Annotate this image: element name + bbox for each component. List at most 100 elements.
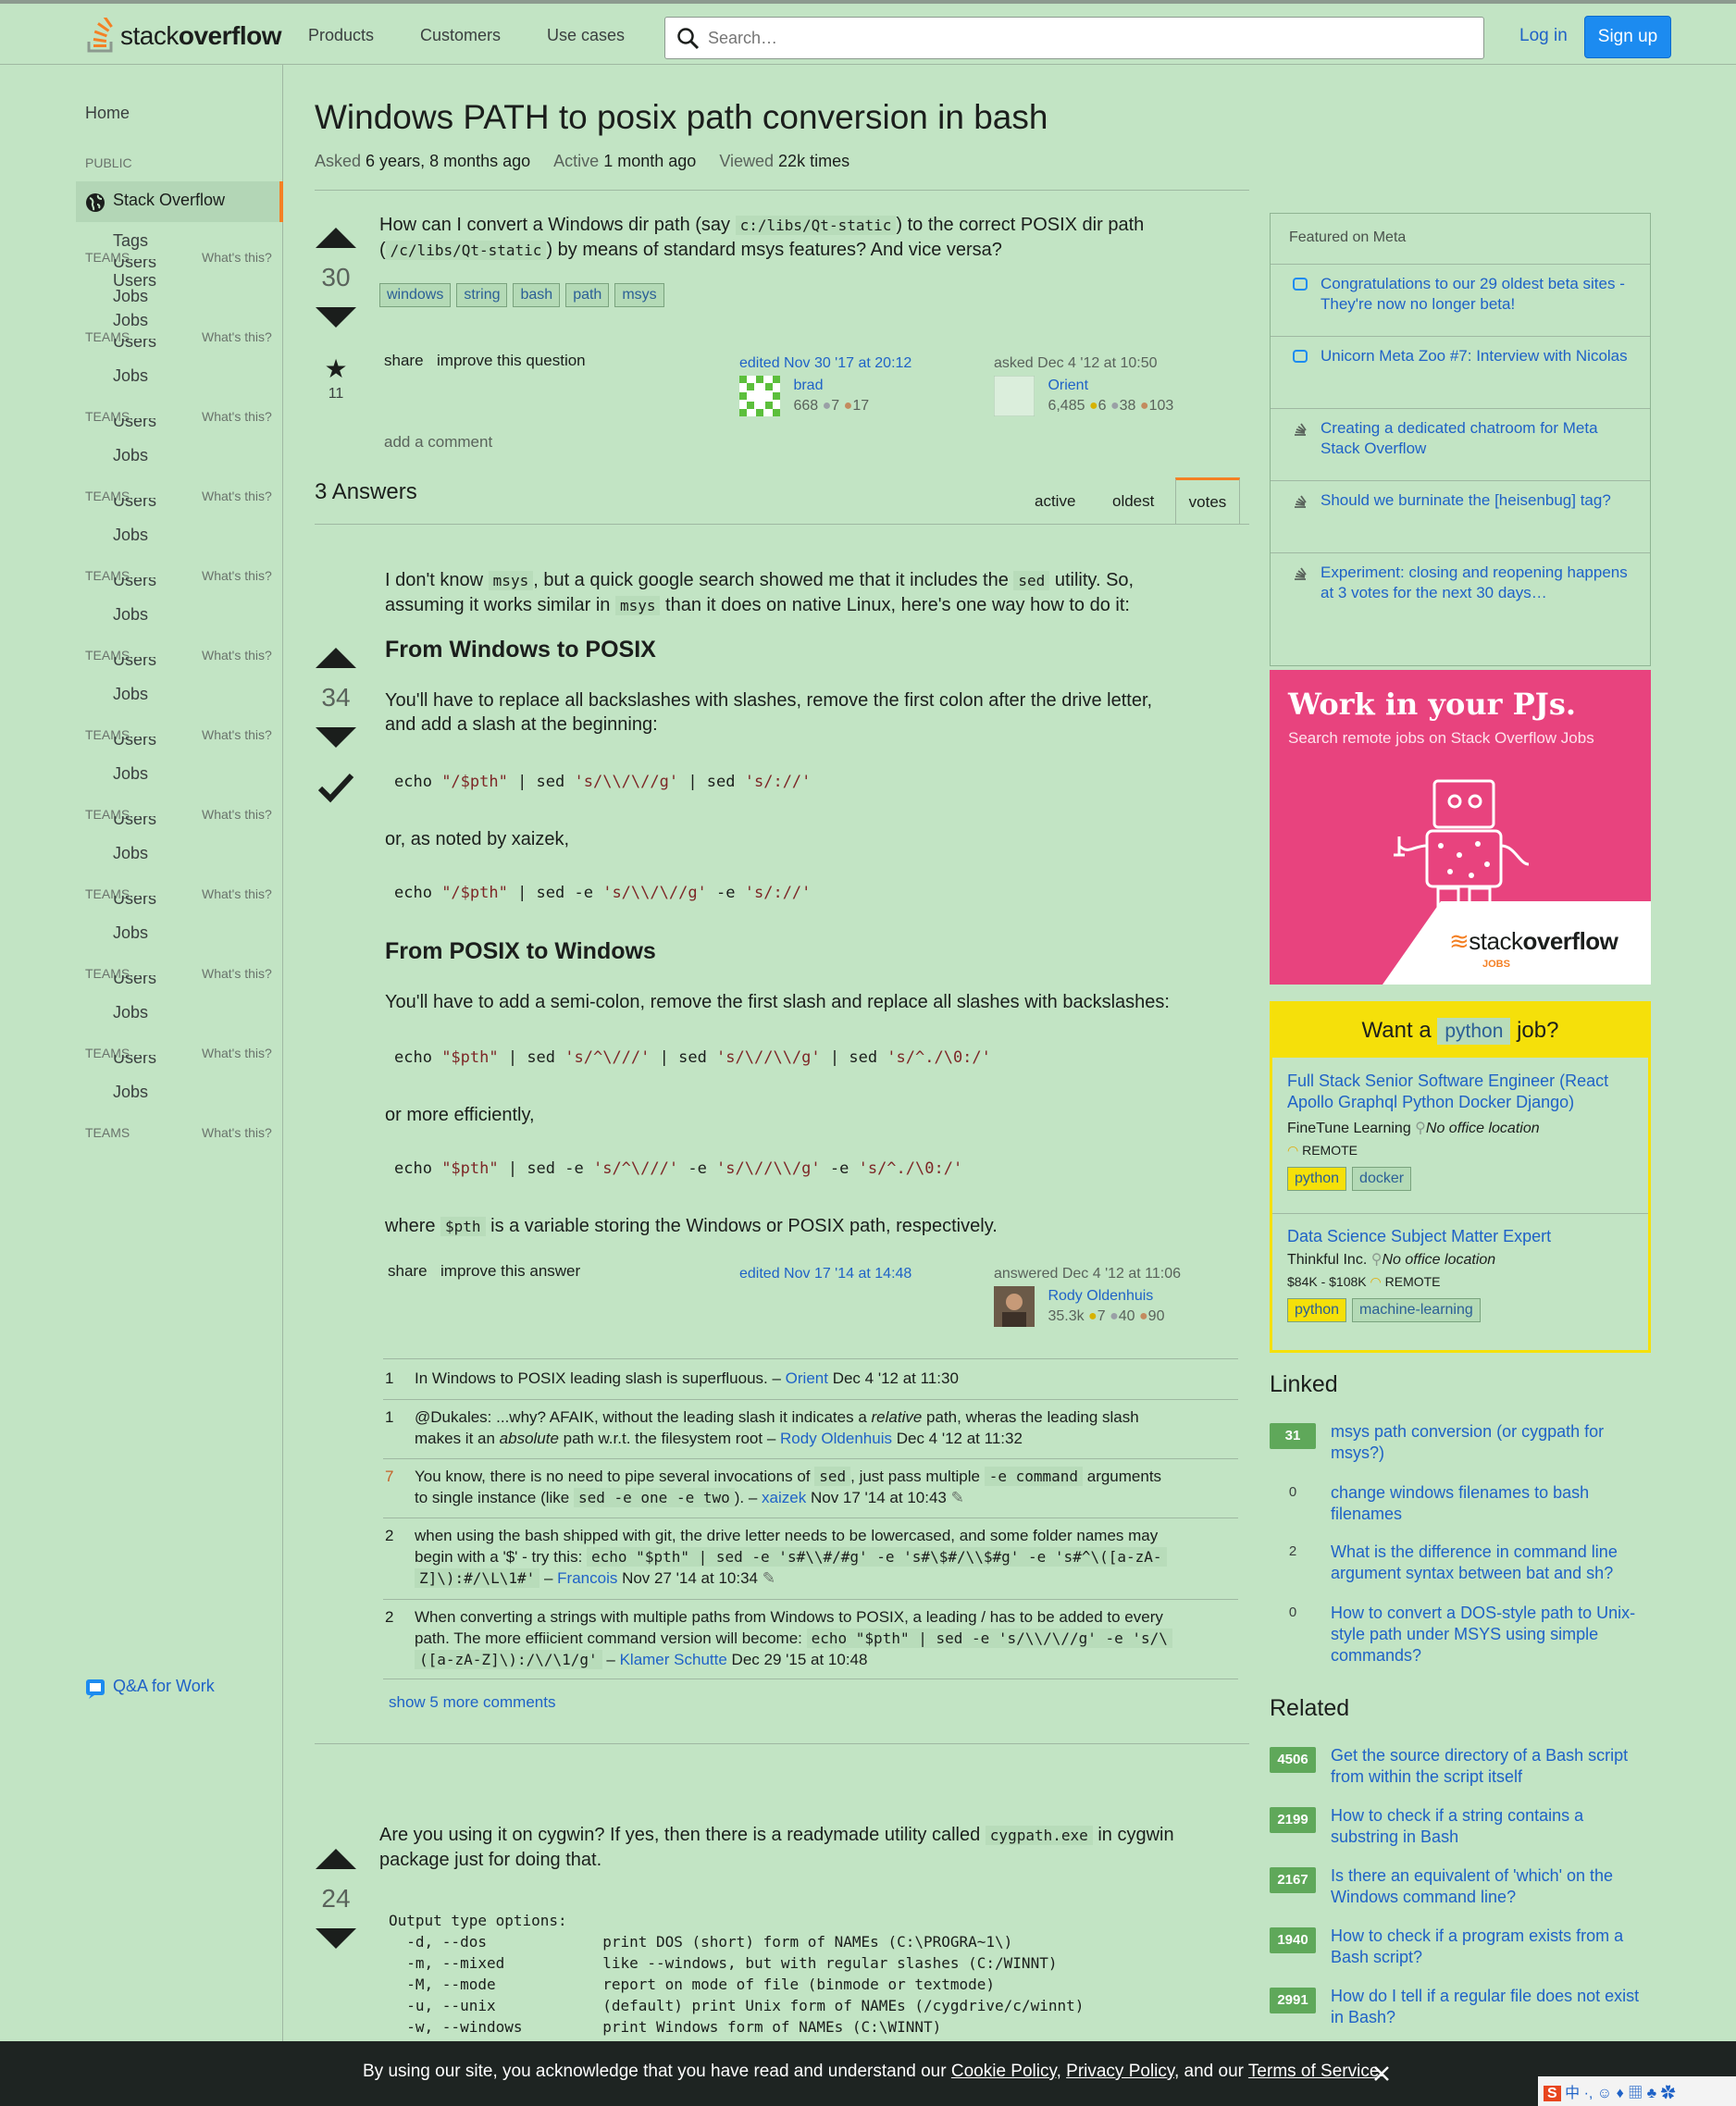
terms-of-service-link[interactable]: Terms of Service	[1248, 2062, 1379, 2081]
job-tag[interactable]: machine-learning	[1352, 1298, 1481, 1322]
sidebar-users[interactable]: Users	[113, 816, 156, 827]
signup-button[interactable]: Sign up	[1584, 16, 1671, 58]
sidebar-whats-this-link[interactable]: What's this?	[202, 409, 272, 424]
stackoverflow-logo[interactable]: stack overflow	[85, 17, 282, 56]
tab-oldest[interactable]: oldest	[1112, 492, 1154, 511]
edited-link[interactable]: edited Nov 17 '14 at 14:48	[739, 1264, 911, 1284]
comment-user[interactable]: Orient	[786, 1369, 828, 1387]
linked-score[interactable]: 31	[1270, 1423, 1316, 1449]
sidebar-users[interactable]: Users	[113, 1055, 156, 1066]
sidebar-whats-this-link[interactable]: What's this?	[202, 329, 272, 344]
share-link[interactable]: share	[384, 352, 424, 370]
sidebar-jobs[interactable]: Jobs	[113, 844, 148, 863]
sidebar-whats-this-link[interactable]: What's this?	[202, 648, 272, 663]
login-link[interactable]: Log in	[1519, 26, 1568, 46]
related-question-link[interactable]: How do I tell if a regular file does not…	[1331, 1986, 1645, 2028]
sidebar-whats-this-link[interactable]: What's this?	[202, 1046, 272, 1060]
sidebar-whats-this-link[interactable]: What's this?	[202, 966, 272, 981]
sidebar-jobs[interactable]: Jobs	[113, 685, 148, 704]
job-title[interactable]: Full Stack Senior Software Engineer (Rea…	[1287, 1071, 1639, 1113]
linked-score[interactable]: 0	[1270, 1604, 1316, 1620]
search-box[interactable]	[664, 17, 1484, 59]
linked-question-link[interactable]: What is the difference in command line a…	[1331, 1542, 1645, 1584]
sidebar-whats-this-link[interactable]: What's this?	[202, 568, 272, 583]
related-question-link[interactable]: Is there an equivalent of 'which' on the…	[1331, 1865, 1645, 1908]
sidebar-home[interactable]: Home	[85, 104, 130, 123]
sidebar-jobs[interactable]: Jobs	[113, 287, 148, 306]
add-comment-link[interactable]: add a comment	[384, 433, 492, 452]
nav-products[interactable]: Products	[308, 26, 374, 45]
asker-name[interactable]: Orient	[1048, 378, 1088, 393]
sidebar-users[interactable]: Users	[113, 577, 156, 588]
meta-item-link[interactable]: Creating a dedicated chatroom for Meta S…	[1321, 418, 1635, 459]
improve-question-link[interactable]: improve this question	[437, 352, 586, 370]
question-title[interactable]: Windows PATH to posix path conversion in…	[315, 98, 1048, 137]
sidebar-whats-this-link[interactable]: What's this?	[202, 886, 272, 901]
sidebar-users[interactable]: Users	[113, 339, 156, 350]
sidebar-whats-this-link[interactable]: What's this?	[202, 727, 272, 742]
related-score[interactable]: 2199	[1270, 1807, 1316, 1833]
job-title[interactable]: Data Science Subject Matter Expert	[1287, 1226, 1639, 1247]
linked-question-link[interactable]: How to convert a DOS-style path to Unix-…	[1331, 1603, 1645, 1666]
asker-avatar[interactable]	[994, 376, 1035, 416]
tag-msys[interactable]: msys	[614, 283, 664, 307]
related-score[interactable]: 4506	[1270, 1747, 1316, 1773]
sidebar-jobs[interactable]: Jobs	[113, 526, 148, 545]
sidebar-jobs[interactable]: Jobs	[113, 311, 148, 330]
privacy-policy-link[interactable]: Privacy Policy	[1066, 2062, 1174, 2081]
linked-question-link[interactable]: change windows filenames to bash filenam…	[1331, 1482, 1645, 1525]
editor-avatar[interactable]	[739, 376, 780, 416]
tag-bash[interactable]: bash	[513, 283, 561, 307]
nav-customers[interactable]: Customers	[420, 26, 501, 45]
related-score[interactable]: 1940	[1270, 1927, 1316, 1953]
sidebar-jobs[interactable]: Jobs	[113, 605, 148, 625]
edited-link[interactable]: edited Nov 30 '17 at 20:12	[739, 353, 911, 374]
meta-item-link[interactable]: Unicorn Meta Zoo #7: Interview with Nico…	[1321, 346, 1635, 366]
favorite-star-icon[interactable]: ★	[313, 353, 359, 384]
comment-user[interactable]: Rody Oldenhuis	[780, 1430, 892, 1447]
sidebar-jobs[interactable]: Jobs	[113, 1003, 148, 1022]
sidebar-whats-this-link[interactable]: What's this?	[202, 1125, 272, 1140]
job-tag[interactable]: python	[1287, 1298, 1347, 1322]
meta-item[interactable]: Experiment: closing and reopening happen…	[1271, 552, 1650, 665]
sidebar-jobs[interactable]: Jobs	[113, 1083, 148, 1102]
sidebar-users[interactable]: Users	[113, 657, 156, 668]
linked-score[interactable]: 2	[1270, 1543, 1316, 1559]
downvote-arrow-icon[interactable]	[316, 1928, 356, 1949]
tag-windows[interactable]: windows	[379, 283, 452, 307]
job-tag[interactable]: python	[1287, 1167, 1347, 1191]
sidebar-whats-this-link[interactable]: What's this?	[202, 250, 272, 265]
jobs-lang-tag[interactable]: python	[1437, 1018, 1511, 1045]
upvote-arrow-icon[interactable]	[316, 228, 356, 248]
sidebar-users[interactable]: Users	[113, 418, 156, 429]
search-input[interactable]	[708, 23, 1467, 53]
sidebar-stackoverflow-label[interactable]: Stack Overflow	[113, 191, 225, 210]
comment-user[interactable]: Francois	[557, 1569, 617, 1587]
cookie-policy-link[interactable]: Cookie Policy	[951, 2062, 1057, 2081]
meta-item[interactable]: Congratulations to our 29 oldest beta si…	[1271, 264, 1650, 336]
downvote-arrow-icon[interactable]	[316, 307, 356, 328]
sidebar-jobs[interactable]: Jobs	[113, 366, 148, 386]
share-link[interactable]: share	[388, 1262, 428, 1281]
jobs-ad[interactable]: Work in your PJs. Search remote jobs on …	[1270, 670, 1651, 985]
related-question-link[interactable]: How to check if a program exists from a …	[1331, 1926, 1645, 1968]
show-more-comments-link[interactable]: show 5 more comments	[389, 1693, 555, 1712]
sidebar-users[interactable]: Users	[113, 259, 156, 270]
tab-votes[interactable]: votes	[1175, 477, 1240, 524]
tab-active[interactable]: active	[1035, 492, 1075, 511]
sidebar-tags[interactable]: Tags	[113, 231, 148, 251]
answerer-name[interactable]: Rody Oldenhuis	[1048, 1288, 1153, 1304]
meta-item-link[interactable]: Experiment: closing and reopening happen…	[1321, 563, 1635, 603]
sidebar-whats-this-link[interactable]: What's this?	[202, 489, 272, 503]
tag-path[interactable]: path	[565, 283, 610, 307]
comment-user[interactable]: xaizek	[762, 1489, 806, 1506]
meta-item-link[interactable]: Congratulations to our 29 oldest beta si…	[1321, 274, 1635, 315]
sidebar-users[interactable]: Users	[113, 896, 156, 907]
sidebar-jobs[interactable]: Jobs	[113, 446, 148, 465]
tag-string[interactable]: string	[456, 283, 508, 307]
job-tag[interactable]: docker	[1352, 1167, 1412, 1191]
editor-name[interactable]: brad	[793, 378, 823, 393]
sidebar-jobs[interactable]: Jobs	[113, 764, 148, 784]
improve-answer-link[interactable]: improve this answer	[440, 1262, 580, 1281]
sidebar-users[interactable]: Users	[113, 975, 156, 986]
